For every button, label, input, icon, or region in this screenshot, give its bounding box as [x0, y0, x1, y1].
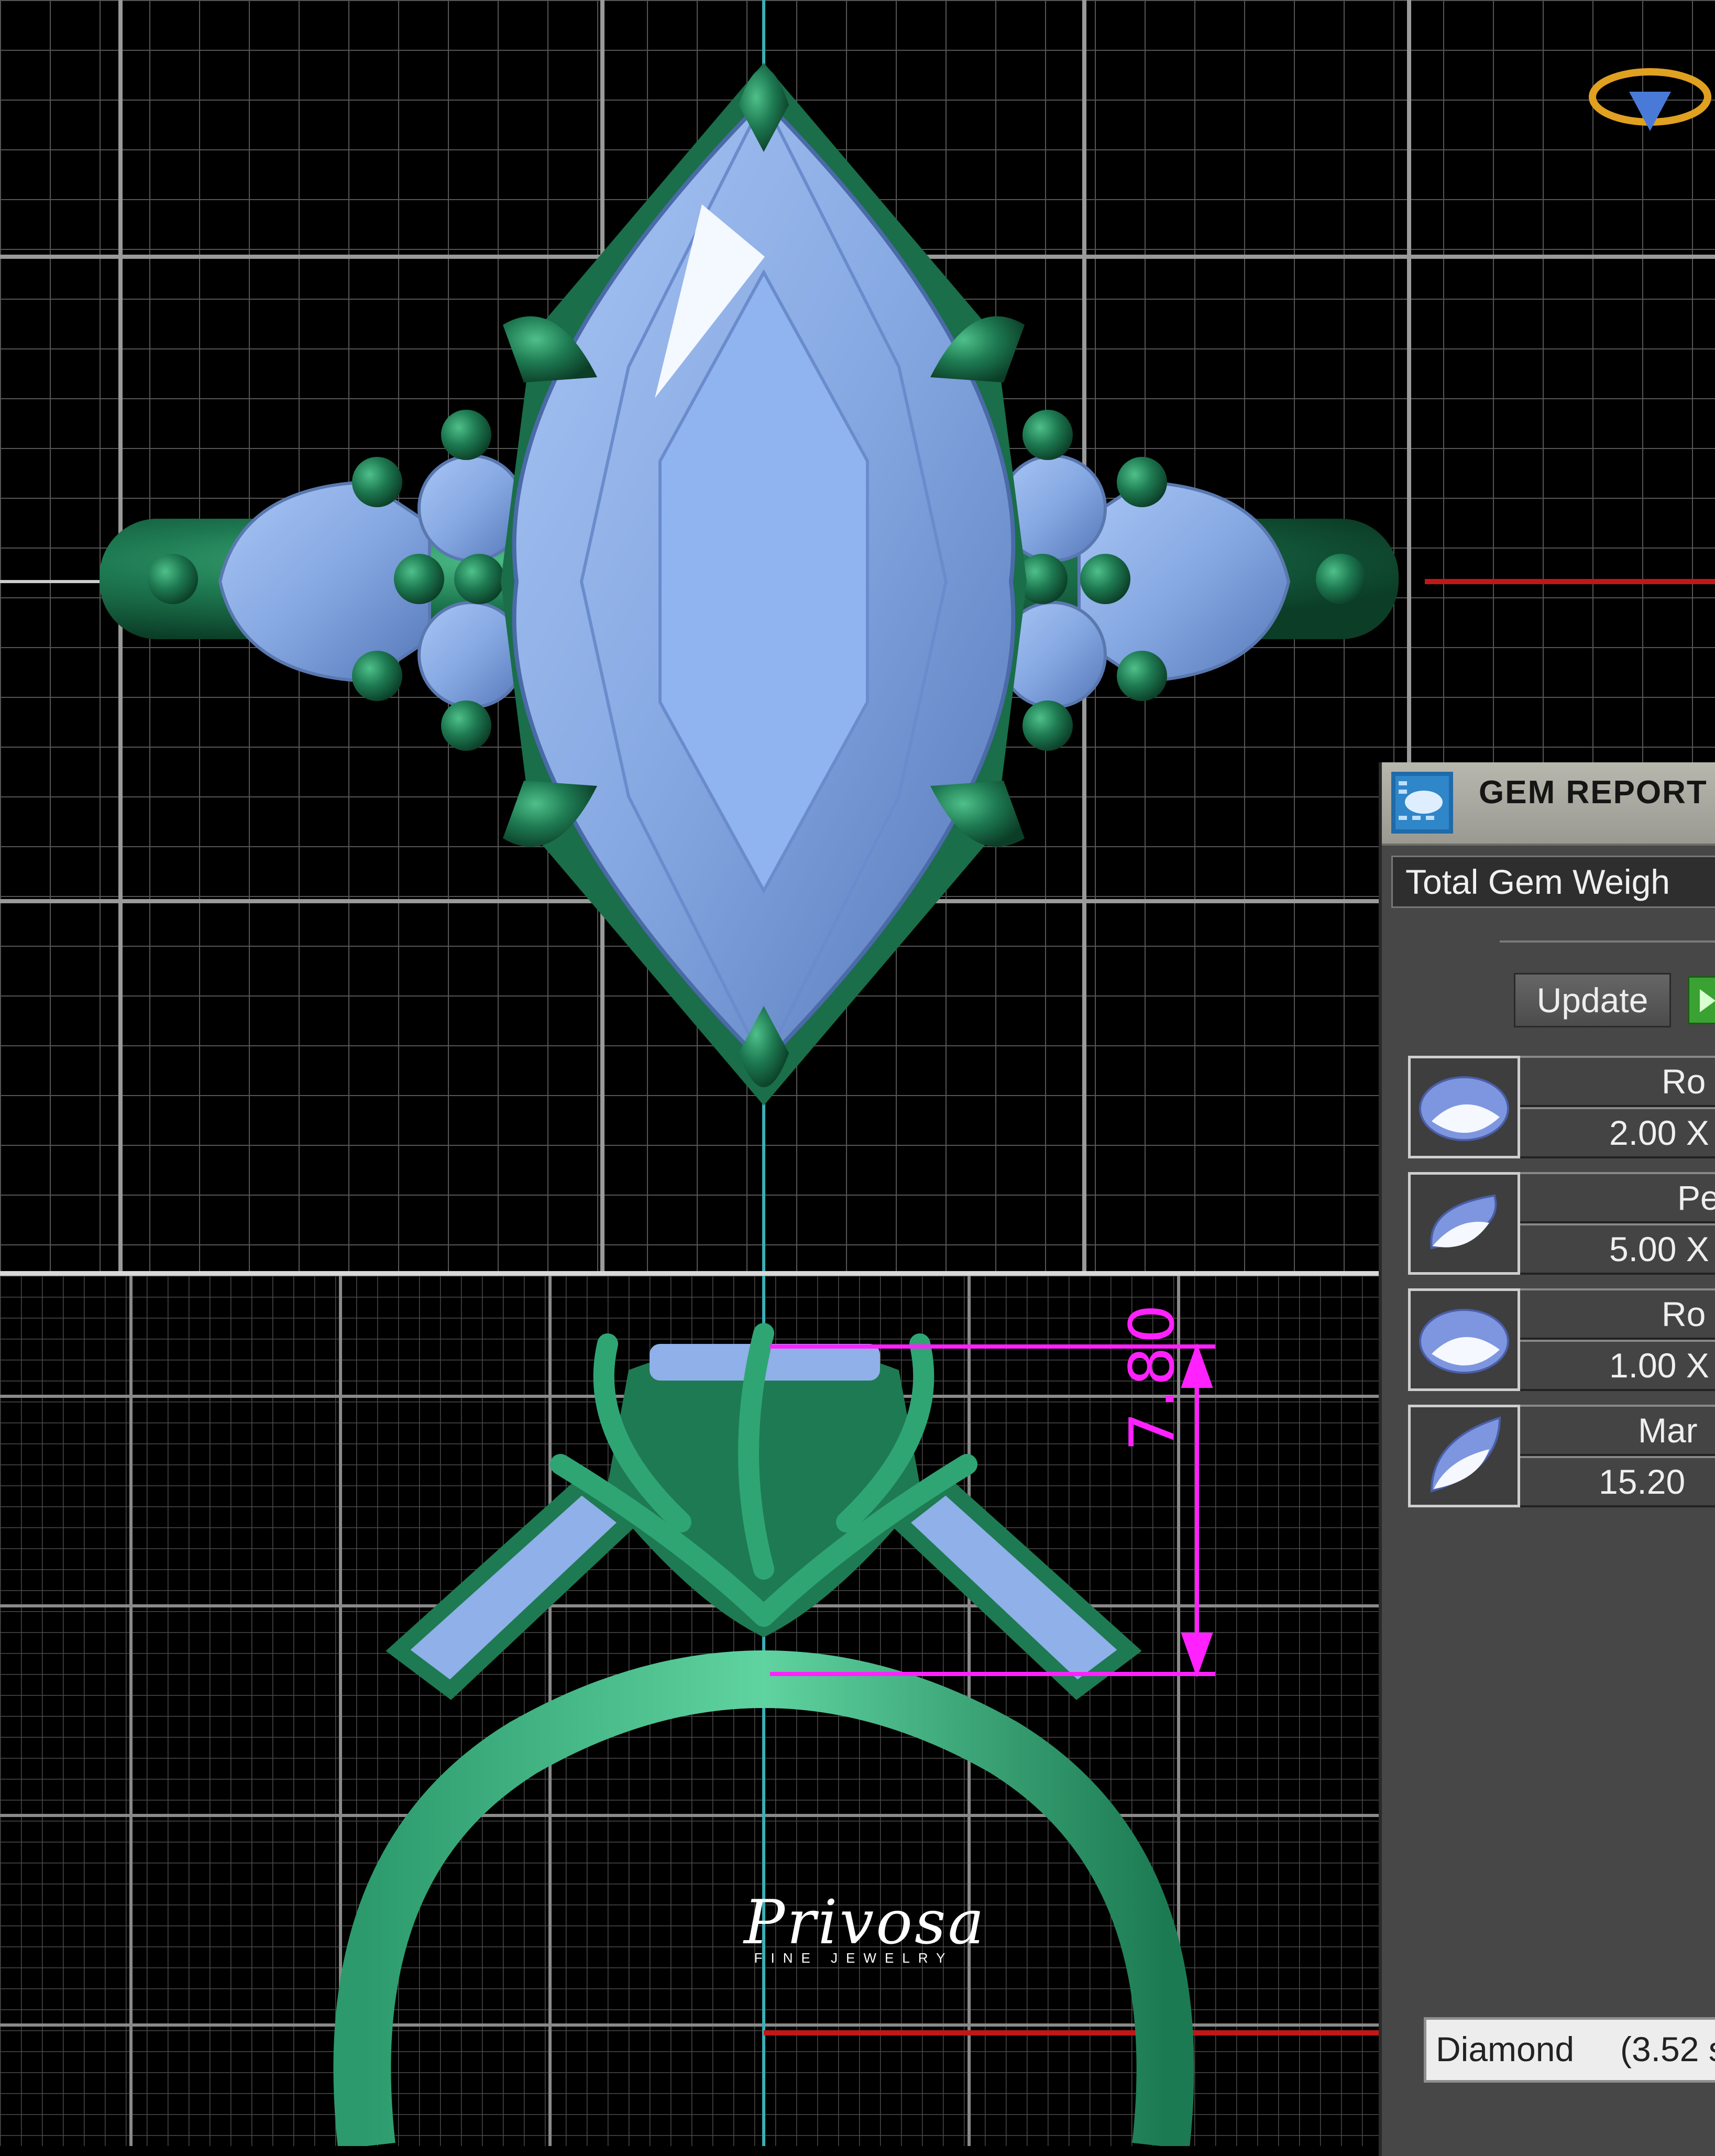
gem-thumbnail — [1408, 1056, 1520, 1158]
gem-report-header[interactable]: GEM REPORT — [1382, 762, 1715, 846]
gem-name: Ro — [1662, 1295, 1706, 1333]
round-gem-icon — [1419, 1076, 1509, 1141]
brand-name: Privosa — [744, 1887, 986, 1958]
brand-watermark: Privosa FINE JEWELRY — [744, 1887, 986, 1966]
gem-size: 5.00 X — [1609, 1230, 1709, 1268]
brand-tagline: FINE JEWELRY — [754, 1950, 954, 1966]
gem-name-cell: Pe — [1520, 1172, 1715, 1223]
gem-name-cell: Ro — [1520, 1288, 1715, 1340]
gem-report-panel: GEM REPORT Total Gem Weigh Update Ro 2.0… — [1379, 762, 1715, 2156]
gem-name: Mar — [1638, 1411, 1698, 1450]
material-name: Diamond — [1436, 2030, 1575, 2069]
gem-size-cell: 5.00 X — [1520, 1223, 1715, 1275]
gem-size-cell: 15.20 — [1520, 1456, 1715, 1507]
gem-thumbnail — [1408, 1172, 1520, 1275]
play-button[interactable] — [1688, 976, 1715, 1024]
gem-size: 1.00 X — [1609, 1346, 1709, 1385]
gem-report-title: GEM REPORT — [1479, 774, 1708, 811]
material-weight: (3.52 s — [1620, 2030, 1715, 2069]
gem-size: 15.20 — [1599, 1462, 1686, 1501]
total-gem-weight-field[interactable]: Total Gem Weigh — [1391, 856, 1715, 908]
play-icon — [1700, 989, 1715, 1012]
separator — [1500, 940, 1715, 943]
material-summary-field[interactable]: Diamond (3.52 s — [1424, 2017, 1715, 2083]
gem-row[interactable]: Pe 5.00 X — [1408, 1172, 1715, 1279]
pear-gem-icon — [1430, 1194, 1497, 1250]
gem-name-cell: Ro — [1520, 1056, 1715, 1107]
gem-name-cell: Mar — [1520, 1405, 1715, 1456]
gem-report-icon — [1391, 772, 1453, 834]
gem-row[interactable]: Ro 1.00 X — [1408, 1288, 1715, 1396]
marquise-gem-icon — [1430, 1416, 1501, 1493]
gem-size: 2.00 X — [1609, 1113, 1709, 1152]
round-gem-icon — [1419, 1309, 1509, 1374]
gem-size-cell: 1.00 X — [1520, 1340, 1715, 1391]
gem-thumbnail — [1408, 1288, 1520, 1391]
gem-row[interactable]: Mar 15.20 — [1408, 1405, 1715, 1512]
gem-name: Ro — [1662, 1062, 1706, 1101]
dimension-label: 7.80 — [1116, 1301, 1188, 1451]
update-button[interactable]: Update — [1514, 973, 1671, 1027]
gem-size-cell: 2.00 X — [1520, 1107, 1715, 1158]
gem-row[interactable]: Ro 2.00 X — [1408, 1056, 1715, 1163]
gem-name: Pe — [1677, 1178, 1715, 1217]
gem-thumbnail — [1408, 1405, 1520, 1507]
